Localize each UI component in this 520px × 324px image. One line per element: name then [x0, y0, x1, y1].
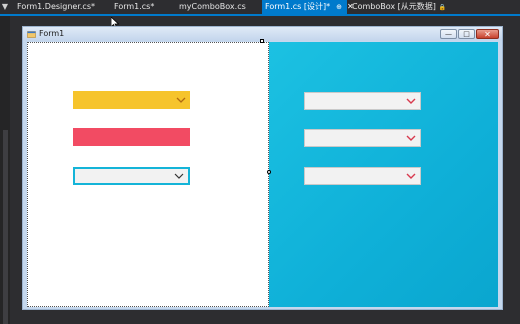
- form-window[interactable]: Form1 — □ ✕: [22, 26, 503, 310]
- chevron-down-icon[interactable]: [176, 95, 186, 105]
- tab-label: Form1.Designer.cs*: [17, 2, 95, 11]
- document-tab-strip: ▼ Form1.Designer.cs* Form1.cs* myComboBo…: [0, 0, 520, 14]
- tab-label: ComboBox [从元数据]: [352, 2, 436, 11]
- tab-list-dropdown-icon[interactable]: ▼: [0, 0, 10, 14]
- chevron-down-icon[interactable]: [406, 96, 416, 106]
- pin-icon[interactable]: ⊕: [336, 3, 342, 11]
- tab-label: Form1.cs [设计]*: [265, 2, 331, 11]
- chevron-down-icon[interactable]: [406, 171, 416, 181]
- lock-icon: 🔒: [438, 4, 447, 11]
- form-title: Form1: [39, 29, 65, 38]
- minimize-icon: —: [445, 30, 452, 38]
- tab-label: Form1.cs*: [114, 2, 155, 11]
- resize-handle[interactable]: [260, 39, 264, 43]
- right-combo-2[interactable]: [304, 129, 421, 147]
- resize-handle[interactable]: [267, 170, 271, 174]
- tab-form1-design[interactable]: Form1.cs [设计]* ⊕ ✕: [262, 0, 354, 14]
- tab-form1-designer[interactable]: Form1.Designer.cs*: [14, 0, 95, 14]
- tab-combobox-metadata[interactable]: ComboBox [从元数据] 🔒: [349, 0, 446, 14]
- yellow-combo[interactable]: [73, 91, 190, 109]
- close-icon: ✕: [484, 29, 491, 39]
- tab-strip-underline: [0, 14, 520, 16]
- vertical-scrollbar[interactable]: [3, 130, 8, 324]
- right-combo-3[interactable]: [304, 167, 421, 185]
- right-combo-1[interactable]: [304, 92, 421, 110]
- chevron-down-icon[interactable]: [406, 133, 416, 143]
- tab-label: myComboBox.cs: [179, 2, 246, 11]
- maximize-icon: □: [463, 30, 470, 38]
- tab-form1-cs[interactable]: Form1.cs*: [111, 0, 154, 14]
- cyan-border-combo[interactable]: [73, 167, 190, 185]
- close-button[interactable]: ✕: [476, 29, 499, 39]
- form-icon: [27, 31, 36, 38]
- tab-mycombobox[interactable]: myComboBox.cs: [176, 0, 246, 14]
- form-client-area: [27, 39, 498, 307]
- maximize-button[interactable]: □: [458, 29, 475, 39]
- red-combo[interactable]: [73, 128, 190, 146]
- minimize-button[interactable]: —: [440, 29, 457, 39]
- chevron-down-icon[interactable]: [174, 171, 184, 181]
